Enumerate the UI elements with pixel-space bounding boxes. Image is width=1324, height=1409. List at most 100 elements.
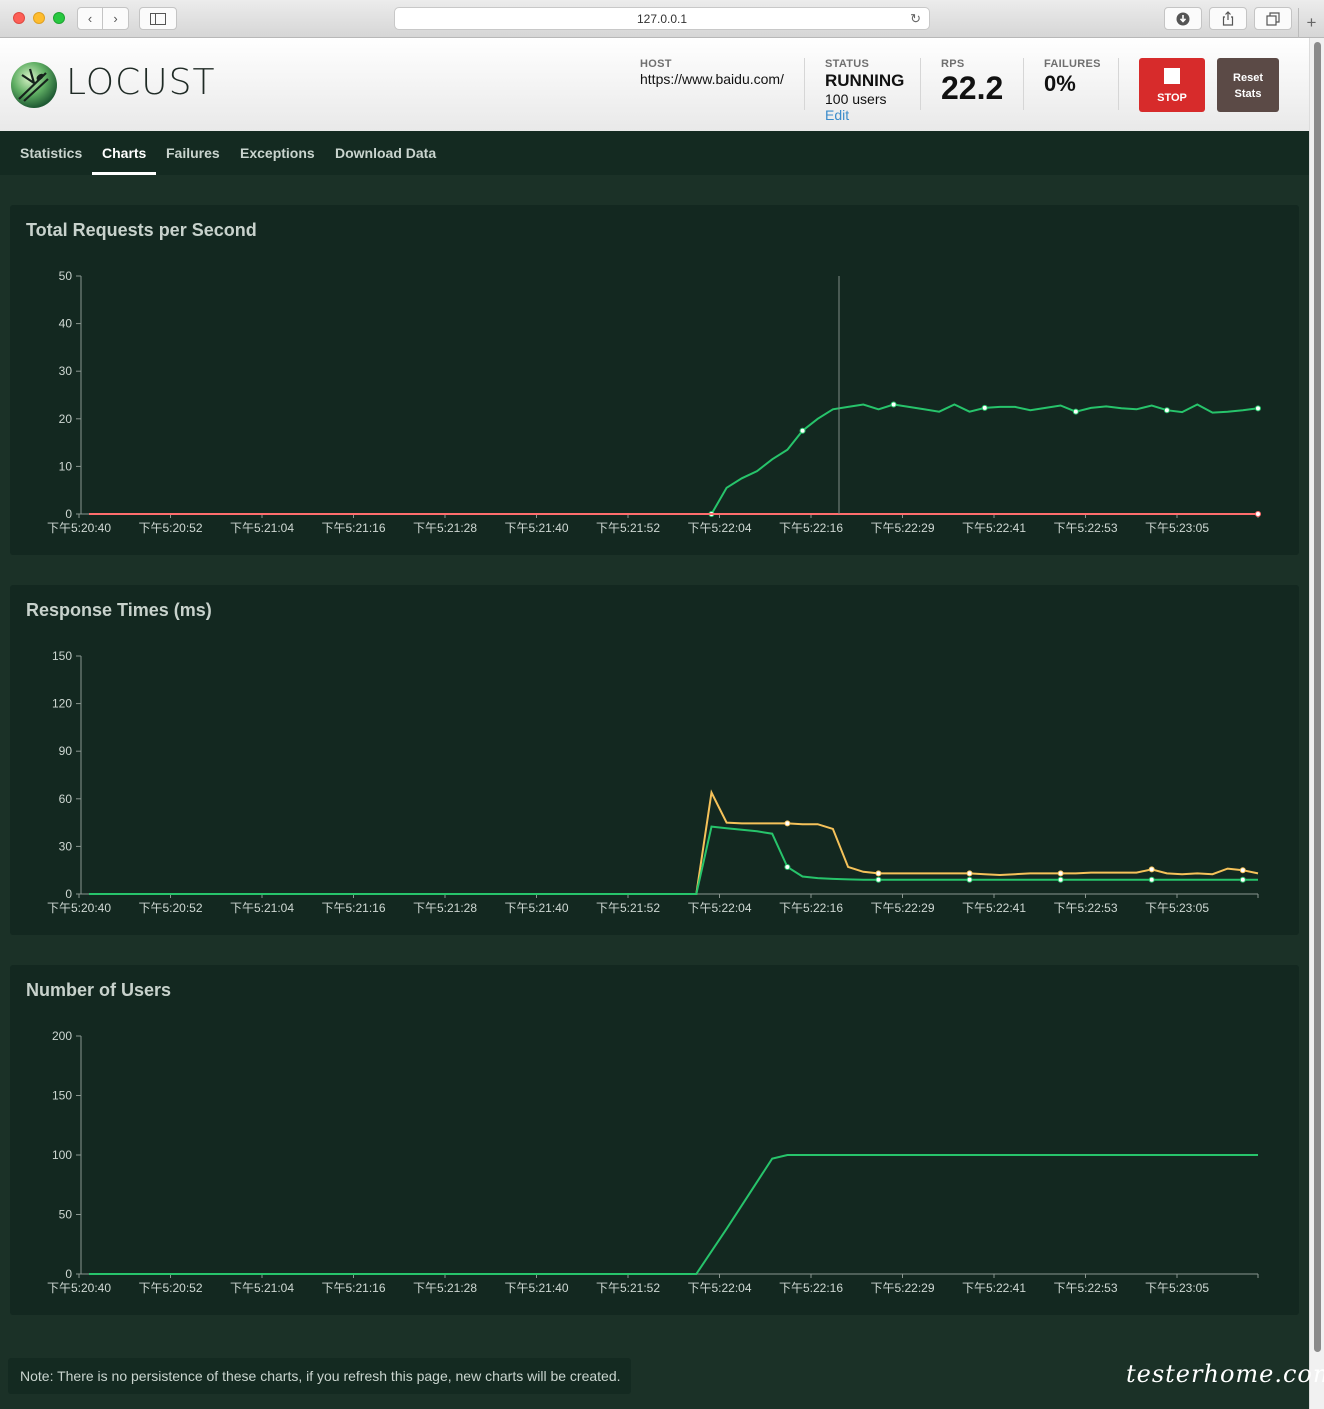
zoom-window-button[interactable] bbox=[53, 12, 65, 24]
x-tick-label: 下午5:23:05 bbox=[1145, 521, 1209, 535]
stop-button[interactable]: STOP bbox=[1139, 58, 1205, 112]
rps-stat: RPS 22.2 bbox=[941, 58, 1003, 107]
status-label: STATUS bbox=[825, 58, 870, 70]
x-tick-label: 下午5:21:52 bbox=[596, 1281, 660, 1295]
page-scrollbar[interactable] bbox=[1309, 38, 1324, 1409]
divider bbox=[804, 58, 805, 110]
host-label: HOST bbox=[640, 58, 672, 70]
y-tick-label: 0 bbox=[65, 887, 72, 901]
tab-download-data[interactable]: Download Data bbox=[335, 131, 436, 175]
x-tick-label: 下午5:21:40 bbox=[504, 521, 568, 535]
x-tick-label: 下午5:21:40 bbox=[504, 901, 568, 915]
y-tick-label: 0 bbox=[65, 1267, 72, 1281]
y-tick-label: 50 bbox=[59, 269, 73, 283]
y-tick-label: 150 bbox=[52, 1089, 72, 1103]
data-point bbox=[1057, 870, 1064, 877]
show-tabs-button[interactable] bbox=[1254, 7, 1292, 30]
divider bbox=[1118, 58, 1119, 110]
share-button[interactable] bbox=[1209, 7, 1247, 30]
rps-chart[interactable]: 0 10 20 30 40 50 下午5:20:40 下午5:20:52 下午5:21:04 下午… bbox=[10, 205, 1299, 555]
x-tick-label: 下午5:21:16 bbox=[321, 901, 385, 915]
x-tick-label: 下午5:20:52 bbox=[138, 521, 202, 535]
sidebar-icon bbox=[150, 13, 166, 25]
x-tick-label: 下午5:22:53 bbox=[1053, 901, 1117, 915]
users-chart[interactable]: 0 50 100 150 200 下午5:20:40 下午5:20:52 下午5:21:04 下… bbox=[10, 965, 1299, 1315]
forward-button[interactable]: › bbox=[102, 7, 129, 30]
x-tick-label: 下午5:21:52 bbox=[596, 901, 660, 915]
x-tick-label: 下午5:22:29 bbox=[870, 901, 934, 915]
host-value: https://www.baidu.com/ bbox=[640, 71, 784, 87]
x-tick-label: 下午5:21:40 bbox=[504, 1281, 568, 1295]
y-tick-label: 30 bbox=[59, 364, 73, 378]
x-tick-label: 下午5:21:28 bbox=[413, 521, 477, 535]
failures-stat: FAILURES 0% bbox=[1044, 58, 1101, 97]
data-point bbox=[1239, 876, 1246, 883]
tab-statistics[interactable]: Statistics bbox=[20, 131, 82, 175]
x-tick-label: 下午5:22:04 bbox=[687, 521, 751, 535]
address-bar[interactable]: 127.0.0.1 ↻ bbox=[394, 7, 930, 30]
x-tick-label: 下午5:22:04 bbox=[687, 1281, 751, 1295]
data-point bbox=[1255, 511, 1261, 517]
x-tick-label: 下午5:20:40 bbox=[47, 901, 111, 915]
x-tick-label: 下午5:22:04 bbox=[687, 901, 751, 915]
stop-icon bbox=[1164, 68, 1180, 84]
x-tick-label: 下午5:22:53 bbox=[1053, 521, 1117, 535]
x-tick-label: 下午5:23:05 bbox=[1145, 901, 1209, 915]
data-point bbox=[784, 864, 791, 871]
series-line-1 bbox=[89, 825, 1258, 895]
x-tick-label: 下午5:22:41 bbox=[962, 1281, 1026, 1295]
x-tick-label: 下午5:22:16 bbox=[779, 1281, 843, 1295]
x-tick-label: 下午5:22:29 bbox=[870, 1281, 934, 1295]
reset-stats-button[interactable]: Reset Stats bbox=[1217, 58, 1279, 112]
tab-exceptions[interactable]: Exceptions bbox=[240, 131, 315, 175]
downloads-button[interactable] bbox=[1164, 7, 1202, 30]
data-point bbox=[966, 870, 973, 877]
data-point bbox=[1163, 407, 1170, 414]
data-point bbox=[875, 876, 882, 883]
data-point bbox=[799, 427, 806, 434]
status-value: RUNNING bbox=[825, 71, 905, 90]
address-text: 127.0.0.1 bbox=[636, 12, 688, 26]
y-tick-label: 50 bbox=[59, 1208, 73, 1222]
y-tick-label: 60 bbox=[59, 792, 73, 806]
data-point bbox=[1255, 405, 1261, 412]
y-tick-label: 90 bbox=[59, 744, 73, 758]
x-tick-label: 下午5:21:52 bbox=[596, 521, 660, 535]
x-tick-label: 下午5:22:41 bbox=[962, 521, 1026, 535]
new-tab-button[interactable]: + bbox=[1298, 8, 1324, 38]
close-window-button[interactable] bbox=[13, 12, 25, 24]
chevron-right-icon: › bbox=[113, 11, 118, 26]
share-icon bbox=[1222, 11, 1234, 26]
rps-value: 22.2 bbox=[941, 70, 1004, 106]
scrollbar-thumb[interactable] bbox=[1314, 42, 1321, 1352]
reload-icon[interactable]: ↻ bbox=[910, 8, 921, 30]
minimize-window-button[interactable] bbox=[33, 12, 45, 24]
data-point bbox=[1072, 408, 1079, 415]
tabs-icon bbox=[1266, 12, 1280, 26]
plus-icon: + bbox=[1306, 13, 1317, 32]
tab-failures[interactable]: Failures bbox=[166, 131, 220, 175]
x-tick-label: 下午5:21:04 bbox=[230, 521, 294, 535]
main-tabs: Statistics Charts Failures Exceptions Do… bbox=[0, 131, 1309, 175]
data-point bbox=[1148, 876, 1155, 883]
locust-logo-icon bbox=[11, 62, 57, 108]
back-button[interactable]: ‹ bbox=[77, 7, 103, 30]
sidebar-button[interactable] bbox=[139, 7, 177, 30]
x-tick-label: 下午5:20:40 bbox=[47, 1281, 111, 1295]
response-times-chart[interactable]: 0 30 60 90 120 150 下午5:20:40 下午5:20:52 下午5:21:04… bbox=[10, 585, 1299, 935]
edit-users-link[interactable]: Edit bbox=[825, 107, 904, 123]
y-tick-label: 20 bbox=[59, 412, 73, 426]
y-tick-label: 0 bbox=[65, 507, 72, 521]
tab-charts[interactable]: Charts bbox=[92, 131, 157, 175]
y-tick-label: 100 bbox=[52, 1148, 72, 1162]
locust-header: LOCUST HOST https://www.baidu.com/ STATU… bbox=[0, 38, 1309, 131]
browser-toolbar: ‹ › 127.0.0.1 ↻ + bbox=[0, 0, 1324, 38]
x-tick-label: 下午5:22:41 bbox=[962, 901, 1026, 915]
data-point bbox=[890, 401, 897, 408]
watermark-text: testerhome.com bbox=[1126, 1360, 1324, 1388]
data-point bbox=[966, 876, 973, 883]
data-point bbox=[875, 870, 882, 877]
charts-note: Note: There is no persistence of these c… bbox=[8, 1358, 631, 1394]
y-tick-label: 40 bbox=[59, 317, 73, 331]
x-tick-label: 下午5:21:04 bbox=[230, 1281, 294, 1295]
